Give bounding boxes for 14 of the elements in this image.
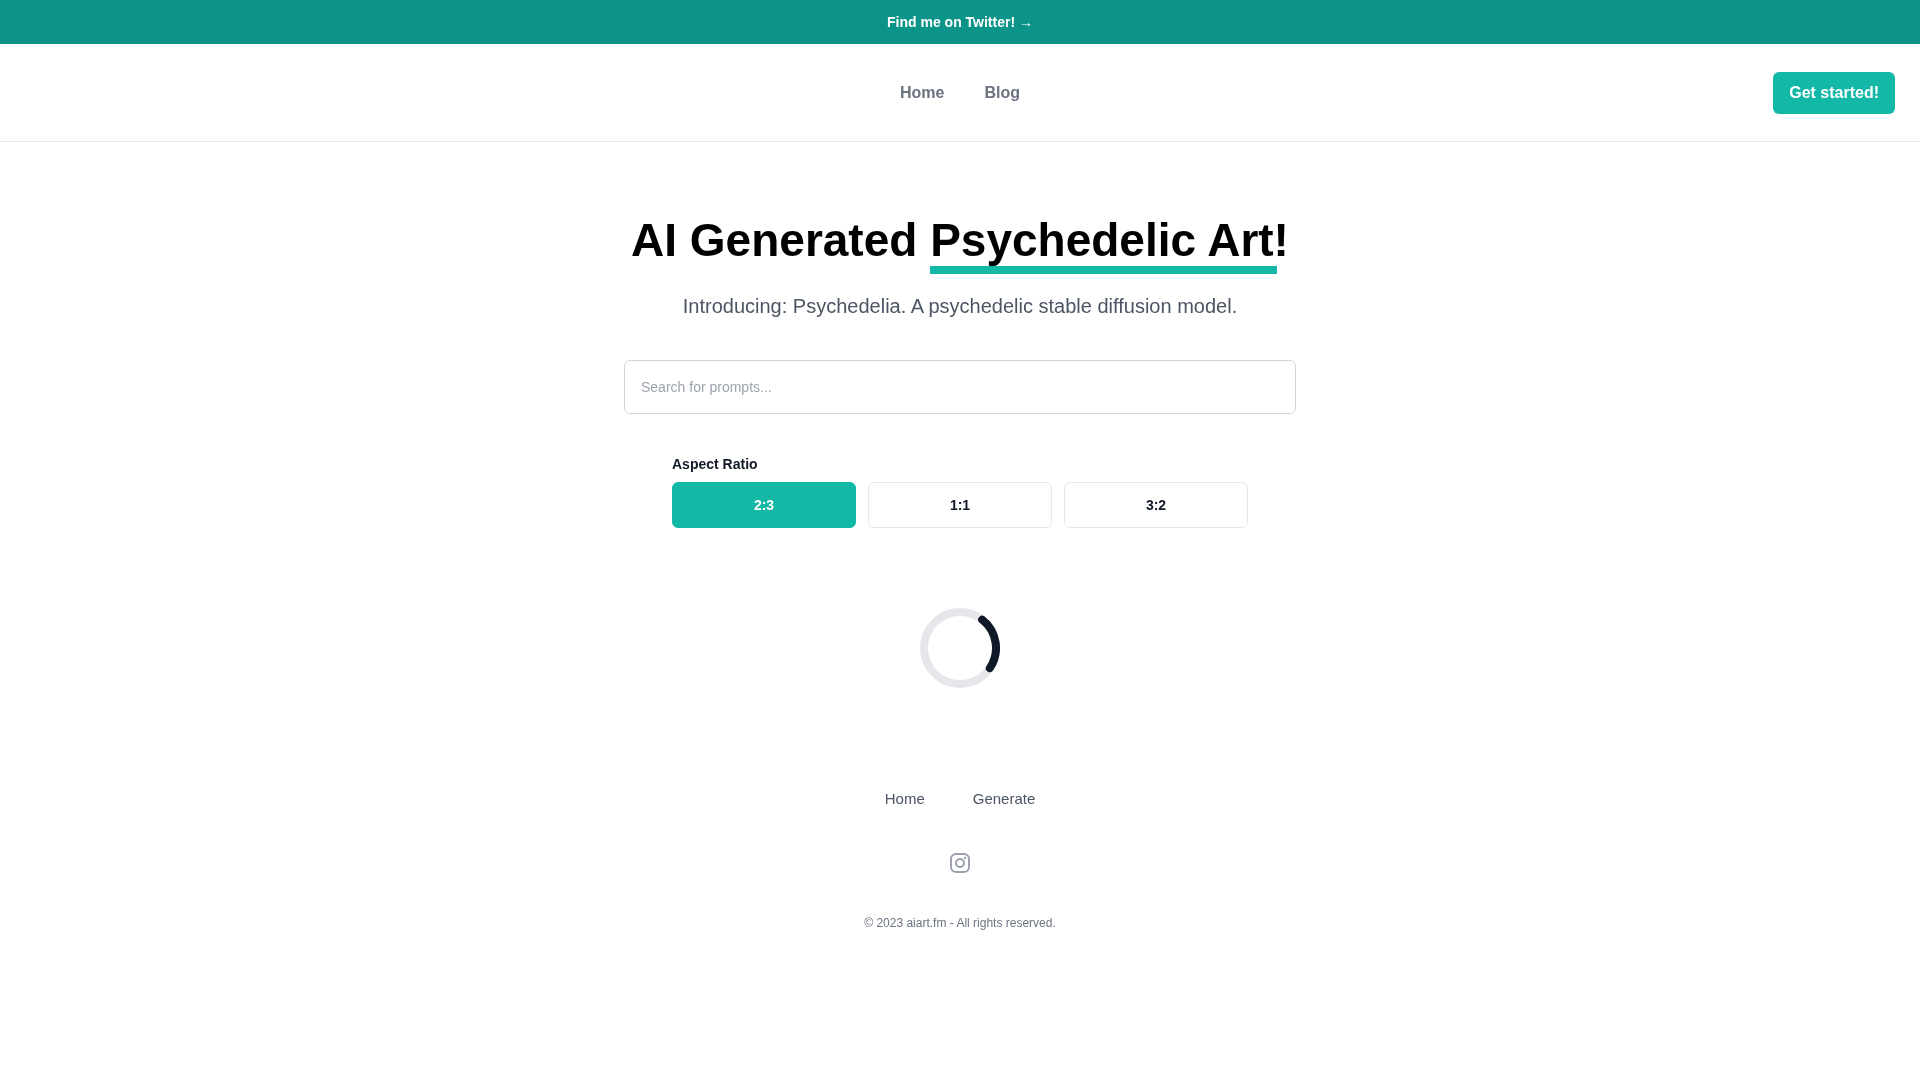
footer-link[interactable]: Home	[884, 788, 925, 809]
search-field[interactable]: Search for prompts...	[624, 359, 1296, 414]
nav-link[interactable]: Blog	[984, 83, 1020, 102]
subtitle: Introducing: Psychedelia. A psychedelic stable diffusion model.	[682, 293, 1238, 319]
instagram-icon[interactable]	[950, 852, 970, 873]
nav-link[interactable]: Home	[900, 83, 945, 102]
get-started-button[interactable]: Get started!	[1773, 71, 1895, 114]
aspect-ratio-option[interactable]: 2:3	[672, 481, 856, 528]
aspect-ratio-label: Aspect Ratio	[672, 454, 759, 474]
aspect-ratio-option[interactable]: 1:1	[868, 481, 1052, 528]
footer-link[interactable]: Generate	[972, 788, 1036, 809]
copyright-text: © 2023 aiart.fm - All rights reserved.	[864, 914, 1056, 931]
aspect-ratio-option[interactable]: 3:2	[1064, 481, 1248, 528]
twitter-link[interactable]: Find me on Twitter! →	[887, 14, 1033, 30]
